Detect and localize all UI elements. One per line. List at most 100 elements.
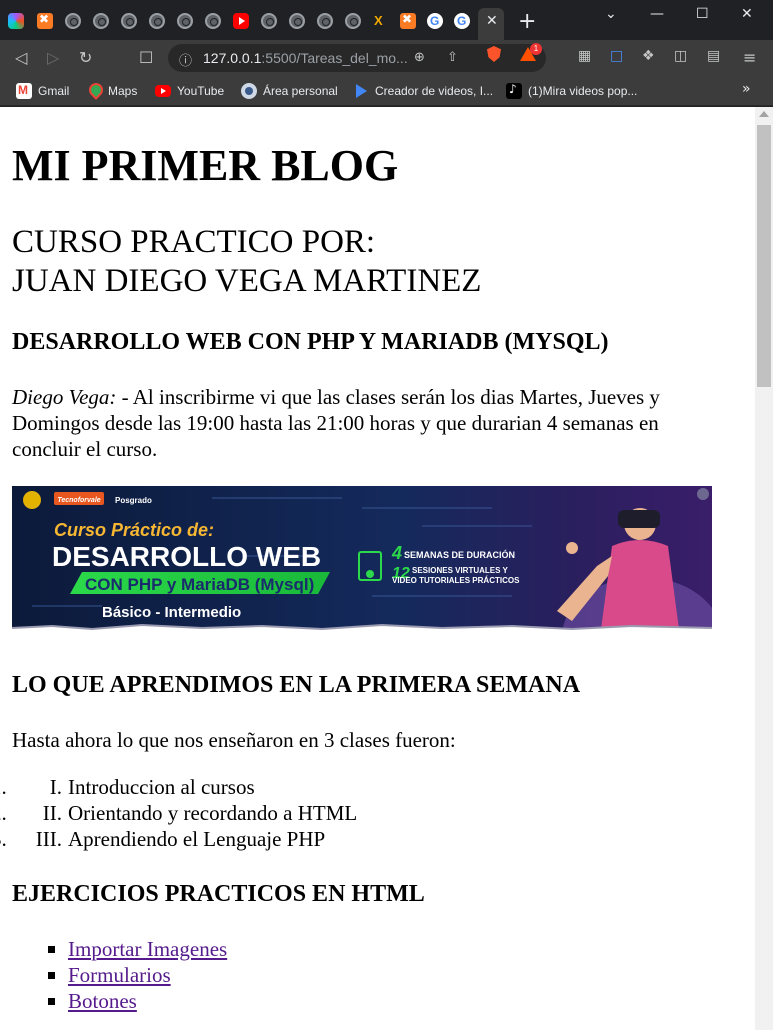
vertical-scrollbar[interactable] xyxy=(755,107,773,1030)
banner-line-2: DESARROLLO WEB xyxy=(52,541,321,572)
bookmark-label: Gmail xyxy=(38,84,70,98)
new-tab-button[interactable]: + xyxy=(518,9,536,34)
list-marker: II. xyxy=(42,801,62,825)
list-marker: III. xyxy=(35,827,62,851)
back-icon[interactable]: ◁ xyxy=(15,48,27,67)
week-intro: Hasta ahora lo que nos enseñaron en 3 cl… xyxy=(12,728,456,752)
banner-line-3: CON PHP y MariaDB (Mysql) xyxy=(85,575,314,594)
close-window-icon[interactable]: ✕ xyxy=(741,6,753,22)
tab-globe-icon[interactable] xyxy=(121,13,137,29)
page-title: MI PRIMER BLOG xyxy=(12,141,399,190)
tab-globe-icon[interactable] xyxy=(205,13,221,29)
forward-icon[interactable]: ▷ xyxy=(47,48,59,67)
bookmarks-bar: Gmail Maps YouTube Área personal Creador… xyxy=(0,76,773,106)
banner-sessions-text-1: SESIONES VIRTUALES Y xyxy=(412,566,509,575)
course-heading: DESARROLLO WEB CON PHP Y MARIADB (MYSQL) xyxy=(12,329,609,355)
tab-close-icon[interactable]: ✕ xyxy=(486,13,498,29)
bookmark-area-personal[interactable]: Área personal xyxy=(241,82,338,100)
scrollbar-thumb[interactable] xyxy=(757,125,771,387)
url-host: 127.0.0.1 xyxy=(203,50,262,66)
bookmark-video-creator[interactable]: Creador de videos, I... xyxy=(353,82,493,100)
video-creator-icon xyxy=(353,83,369,99)
exercises-heading: EJERCICIOS PRACTICOS EN HTML xyxy=(12,881,425,907)
reload-icon[interactable]: ↻ xyxy=(79,48,92,67)
app-launcher-icon[interactable] xyxy=(8,13,24,29)
gmail-icon xyxy=(16,83,32,99)
tab-xampp-icon[interactable] xyxy=(37,12,53,29)
sidebar-icon[interactable]: ◫ xyxy=(674,48,687,64)
tab-xb-icon[interactable] xyxy=(373,13,389,29)
tab-globe-icon[interactable] xyxy=(65,13,81,29)
banner-line-1: Curso Práctico de: xyxy=(54,520,214,540)
tiktok-icon xyxy=(506,82,522,99)
browser-toolbar: ◁ ▷ ↻ ☐ ⓘ 127.0.0.1:5500/Tareas_del_mo..… xyxy=(0,40,773,76)
bookmark-gmail[interactable]: Gmail xyxy=(16,82,69,100)
maximize-icon[interactable]: ☐ xyxy=(696,6,709,22)
intro-paragraph: Diego Vega: - Al inscribirme vi que las … xyxy=(12,384,712,462)
tab-globe-icon[interactable] xyxy=(261,13,277,29)
tab-globe-icon[interactable] xyxy=(317,13,333,29)
bookmark-label: Creador de videos, I... xyxy=(375,84,494,98)
list-item-text: Orientando y recordando a HTML xyxy=(68,801,358,825)
url-path: :5500/Tareas_del_mo... xyxy=(261,50,408,66)
bullet-icon xyxy=(48,998,55,1005)
tab-globe-icon[interactable] xyxy=(289,13,305,29)
bookmark-icon[interactable]: ☐ xyxy=(139,48,153,67)
bullet-icon xyxy=(48,972,55,979)
bullet-icon xyxy=(48,946,55,953)
rewards-badge: 1 xyxy=(530,43,542,55)
banner-sessions-text-2: VIDEO TUTORIALES PRÁCTICOS xyxy=(392,576,520,585)
link-importar-imagenes[interactable]: Importar Imagenes xyxy=(68,936,227,962)
banner-weeks-text: SEMANAS DE DURACIÓN xyxy=(404,549,515,560)
translate-icon[interactable]: □ xyxy=(610,48,623,64)
course-banner-image: Tecnoforvale Posgrado Curso Práctico de:… xyxy=(12,486,712,637)
bookmark-label: Maps xyxy=(108,84,138,98)
scroll-up-arrow-icon[interactable] xyxy=(759,111,769,117)
bookmark-label: Área personal xyxy=(263,84,338,98)
tab-search-icon[interactable]: ⌄ xyxy=(605,6,617,22)
university-seal-icon xyxy=(23,491,41,509)
tab-globe-icon[interactable] xyxy=(177,13,193,29)
bookmark-tiktok[interactable]: (1)Mira videos pop... xyxy=(506,82,637,100)
banner-logo-text: Tecnoforvale xyxy=(57,497,100,504)
intro-author: Diego Vega: xyxy=(12,385,117,409)
blog-page: MI PRIMER BLOG CURSO PRACTICO POR: JUAN … xyxy=(0,107,755,1030)
bookmark-maps[interactable]: Maps xyxy=(86,82,137,100)
banner-posgrado: Posgrado xyxy=(115,496,152,505)
tab-google-icon[interactable] xyxy=(454,13,470,29)
menu-icon[interactable]: ≡ xyxy=(743,48,756,67)
list-item-text: Aprendiendo el Lenguaje PHP xyxy=(68,827,326,851)
maps-icon xyxy=(86,83,102,99)
bookmark-label: YouTube xyxy=(177,84,225,98)
tab-strip: ✕ + ⌄ — ☐ ✕ xyxy=(0,0,773,40)
zoom-icon[interactable]: ⊕ xyxy=(414,50,425,65)
link-formularios[interactable]: Formularios xyxy=(68,962,171,988)
extension-icon[interactable]: ▦ xyxy=(578,48,591,64)
tab-globe-icon[interactable] xyxy=(345,13,361,29)
week-heading: LO QUE APRENDIMOS EN LA PRIMERA SEMANA xyxy=(12,672,581,698)
list-marker: I. xyxy=(49,775,62,799)
site-info-icon[interactable]: ⓘ xyxy=(179,50,192,69)
link-botones[interactable]: Botones xyxy=(68,988,137,1014)
bookmark-youtube[interactable]: YouTube xyxy=(155,82,224,100)
more-bookmarks-icon[interactable]: » xyxy=(742,81,751,97)
banner-line-4: Básico - Intermedio xyxy=(102,604,241,621)
minimize-icon[interactable]: — xyxy=(650,6,664,22)
tab-globe-icon[interactable] xyxy=(149,13,165,29)
subtitle-line-1: CURSO PRACTICO POR: xyxy=(12,224,376,260)
tab-google-icon[interactable] xyxy=(427,13,443,29)
page-viewport: MI PRIMER BLOG CURSO PRACTICO POR: JUAN … xyxy=(0,107,773,1030)
share-icon[interactable]: ⇧ xyxy=(447,50,458,65)
tab-globe-icon[interactable] xyxy=(93,13,109,29)
wallet-icon[interactable]: ▤ xyxy=(707,48,720,64)
course-banner-svg: Tecnoforvale Posgrado Curso Práctico de:… xyxy=(12,486,712,637)
area-personal-icon xyxy=(241,83,257,99)
banner-ad-icon xyxy=(697,488,709,500)
banner-weeks-number: 4 xyxy=(391,543,402,563)
list-item-text: Introduccion al cursos xyxy=(68,775,255,799)
tab-xampp-icon[interactable] xyxy=(400,12,416,29)
tab-youtube-icon[interactable] xyxy=(233,13,249,29)
url-text[interactable]: 127.0.0.1:5500/Tareas_del_mo... xyxy=(203,50,408,66)
extensions-puzzle-icon[interactable]: ❖ xyxy=(642,48,655,64)
subtitle-line-2: JUAN DIEGO VEGA MARTINEZ xyxy=(12,263,482,299)
